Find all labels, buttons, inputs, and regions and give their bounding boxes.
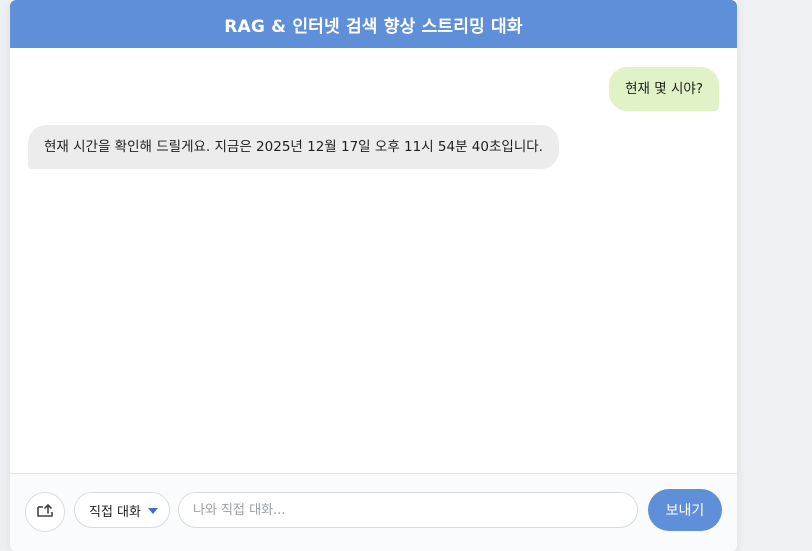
chat-title: RAG & 인터넷 검색 향상 스트리밍 대화 bbox=[224, 16, 523, 37]
send-button[interactable]: 보내기 bbox=[648, 489, 722, 531]
upload-icon bbox=[35, 500, 55, 524]
user-message: 현재 몇 시야? bbox=[609, 67, 719, 111]
mode-select-value: 직접 대화 bbox=[89, 504, 141, 520]
chevron-down-icon bbox=[148, 508, 158, 514]
assistant-message: 현재 시간을 확인해 드릴게요. 지금은 2025년 12월 17일 오후 11… bbox=[28, 125, 559, 169]
upload-button[interactable] bbox=[25, 492, 65, 532]
chat-window: RAG & 인터넷 검색 향상 스트리밍 대화 현재 몇 시야? 현재 시간을 … bbox=[10, 0, 737, 551]
mode-select[interactable]: 직접 대화 bbox=[74, 492, 170, 528]
message-list: 현재 몇 시야? 현재 시간을 확인해 드릴게요. 지금은 2025년 12월 … bbox=[10, 48, 737, 473]
input-bar: 직접 대화 보내기 bbox=[10, 473, 737, 551]
chat-header: RAG & 인터넷 검색 향상 스트리밍 대화 bbox=[10, 0, 737, 48]
message-input[interactable] bbox=[178, 492, 638, 528]
